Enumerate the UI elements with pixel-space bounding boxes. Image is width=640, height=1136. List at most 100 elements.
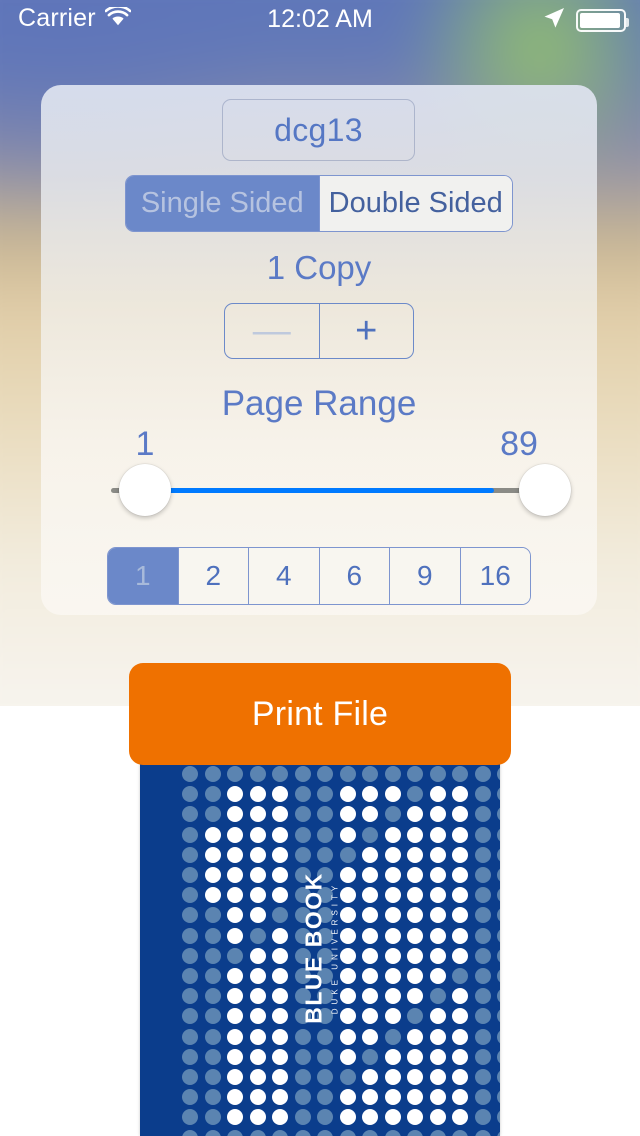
cover-dot <box>362 1028 378 1045</box>
copies-decrement-button[interactable]: — <box>225 304 319 358</box>
cover-dot <box>339 947 356 964</box>
cover-dot <box>272 907 288 924</box>
pages-per-sheet-option-6[interactable]: 6 <box>318 548 389 604</box>
cover-dot <box>429 1028 446 1045</box>
pages-per-sheet-option-1[interactable]: 1 <box>108 548 178 604</box>
cover-dot <box>204 968 221 984</box>
slider-handle-end[interactable] <box>519 464 571 516</box>
cover-dot <box>249 1109 266 1126</box>
cover-dot <box>249 766 266 782</box>
cover-dot <box>429 1008 446 1025</box>
cover-dot <box>384 907 401 924</box>
cover-dot <box>497 988 500 1005</box>
cover-dot <box>429 927 446 944</box>
cover-dot <box>249 1129 266 1136</box>
cover-dot <box>429 766 446 782</box>
printer-name-value: dcg13 <box>274 111 363 148</box>
cover-dot <box>407 1028 423 1045</box>
cover-dot <box>227 806 243 823</box>
location-arrow-icon <box>543 7 565 34</box>
cover-dot <box>204 1028 221 1045</box>
copies-increment-button[interactable]: + <box>318 304 414 358</box>
pages-per-sheet-option-4-label: 4 <box>275 560 292 591</box>
slider-handle-start[interactable] <box>119 464 171 516</box>
printer-name-field[interactable]: dcg13 <box>222 99 415 161</box>
cover-dot <box>249 1028 266 1045</box>
cover-subtitle: DUKE UNIVERSITY <box>330 881 340 1015</box>
cover-dot <box>362 947 378 964</box>
cover-dot <box>182 1069 198 1085</box>
cover-dot <box>227 1008 243 1025</box>
cover-dot <box>429 968 446 984</box>
pages-per-sheet-option-2[interactable]: 2 <box>177 548 248 604</box>
cover-dot <box>227 1028 243 1045</box>
cover-dot <box>249 947 266 964</box>
cover-dot <box>272 846 288 863</box>
cover-dot <box>474 1069 491 1085</box>
cover-dot <box>182 786 198 803</box>
cover-dot <box>294 846 311 863</box>
cover-dot <box>407 786 423 803</box>
cover-dot <box>339 846 356 863</box>
pages-per-sheet-option-4[interactable]: 4 <box>248 548 319 604</box>
cover-dot <box>317 1028 333 1045</box>
print-file-button[interactable]: Print File <box>129 663 511 765</box>
sided-segmented-control[interactable]: Single Sided Double Sided <box>125 175 513 232</box>
cover-dot <box>497 927 500 944</box>
page-range-min-label: 1 <box>135 425 155 463</box>
cover-dot <box>227 968 243 984</box>
copies-label: 1 Copy <box>266 249 372 286</box>
cover-dot <box>474 1048 491 1065</box>
cover-dot <box>182 968 198 984</box>
cover-dot <box>362 968 378 984</box>
cover-dot <box>474 806 491 823</box>
cover-dot <box>317 1109 333 1126</box>
cover-dot <box>249 1008 266 1025</box>
cover-dot <box>384 1129 401 1136</box>
segment-double-sided[interactable]: Double Sided <box>318 176 512 231</box>
cover-dot <box>317 1069 333 1085</box>
pages-per-sheet-option-9[interactable]: 9 <box>389 548 460 604</box>
cover-dot <box>272 826 288 843</box>
cover-dot <box>497 907 500 924</box>
cover-dot <box>182 988 198 1005</box>
cover-dot <box>204 887 221 904</box>
print-settings-card: dcg13 Single Sided Double Sided 1 Copy —… <box>41 85 597 615</box>
cover-dot <box>452 1048 468 1065</box>
plus-icon: + <box>355 310 378 352</box>
cover-dot <box>204 846 221 863</box>
cover-dot <box>294 1069 311 1085</box>
pages-per-sheet-segmented-control[interactable]: 1 2 4 6 9 16 <box>107 547 531 605</box>
cover-dot <box>429 1048 446 1065</box>
cover-dot <box>384 846 401 863</box>
cover-dot <box>362 846 378 863</box>
cover-dot <box>474 826 491 843</box>
app-screen: Carrier 12:02 AM dcg13 Single Sided Doub… <box>0 0 640 1136</box>
page-range-slider[interactable]: 1 89 <box>71 425 571 535</box>
cover-dot <box>452 927 468 944</box>
pages-per-sheet-option-16[interactable]: 16 <box>459 548 530 604</box>
cover-dot <box>429 846 446 863</box>
cover-dot <box>384 1048 401 1065</box>
cover-dot <box>384 927 401 944</box>
cover-dot <box>272 1008 288 1025</box>
cover-dot <box>227 867 243 883</box>
cover-dot <box>407 988 423 1005</box>
cover-dot <box>204 1129 221 1136</box>
cover-dot <box>204 1069 221 1085</box>
cover-dot <box>339 1028 356 1045</box>
cover-dot <box>474 988 491 1005</box>
cover-dot <box>407 927 423 944</box>
status-bar: Carrier 12:02 AM <box>0 0 640 40</box>
cover-dot <box>497 867 500 883</box>
cover-dot <box>294 826 311 843</box>
copies-stepper[interactable]: — + <box>224 303 414 359</box>
document-preview[interactable]: BLUE BOOK DUKE UNIVERSITY <box>140 760 500 1136</box>
pages-per-sheet-option-1-label: 1 <box>134 560 151 591</box>
cover-dot <box>272 806 288 823</box>
cover-dot <box>339 786 356 803</box>
segment-single-sided[interactable]: Single Sided <box>126 176 319 231</box>
cover-dot <box>182 1089 198 1106</box>
cover-dot <box>474 927 491 944</box>
cover-dot <box>339 1008 356 1025</box>
